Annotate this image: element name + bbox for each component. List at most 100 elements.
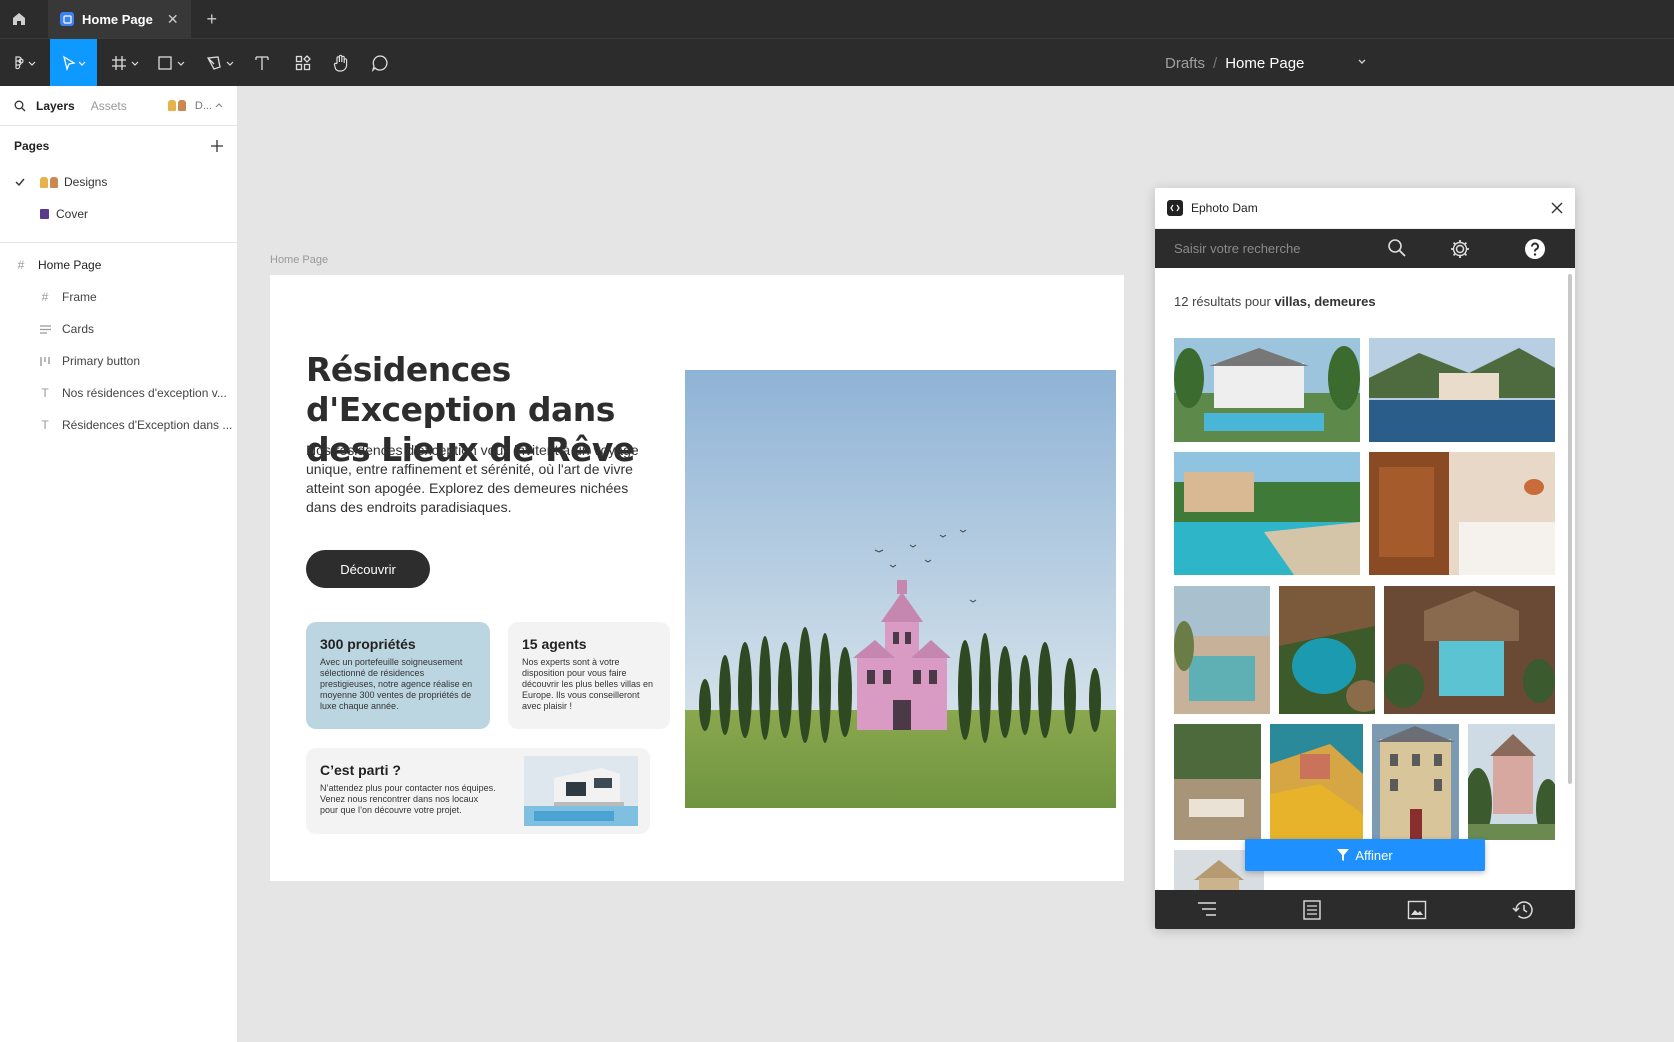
photo-thumbnail[interactable] bbox=[1174, 724, 1261, 840]
home-page-frame[interactable]: Résidences d'Exception dans des Lieux de… bbox=[270, 275, 1124, 881]
document-icon[interactable] bbox=[1302, 900, 1322, 920]
breadcrumb-drafts[interactable]: Drafts bbox=[1165, 55, 1205, 72]
move-tool-icon bbox=[62, 55, 85, 71]
tab-close-icon[interactable]: ✕ bbox=[167, 11, 179, 28]
search-icon[interactable] bbox=[14, 100, 26, 112]
layer-text-nos-residences[interactable]: T Nos résidences d'exception v... bbox=[0, 377, 237, 409]
tab-layers[interactable]: Layers bbox=[36, 99, 75, 113]
photo-thumbnail[interactable] bbox=[1270, 724, 1363, 840]
help-icon[interactable] bbox=[1524, 238, 1546, 260]
frame-tool-button[interactable] bbox=[109, 39, 145, 87]
photo-thumbnail[interactable] bbox=[1369, 338, 1555, 442]
card-agents[interactable]: 15 agents Nos experts sont à votre dispo… bbox=[508, 622, 670, 729]
discover-button[interactable]: Découvrir bbox=[306, 550, 430, 588]
menu-lines-icon[interactable] bbox=[1197, 900, 1217, 918]
layer-label: Frame bbox=[62, 290, 97, 304]
photo-thumbnail[interactable] bbox=[1384, 586, 1555, 714]
photo-thumbnail[interactable] bbox=[1174, 586, 1270, 714]
aerial-pool-image bbox=[1384, 586, 1555, 714]
scrollbar[interactable] bbox=[1568, 274, 1572, 784]
card-text: N’attendez plus pour contacter nos équip… bbox=[320, 783, 496, 815]
frame-name-label[interactable]: Home Page bbox=[270, 254, 328, 266]
search-icon[interactable] bbox=[1387, 238, 1407, 258]
layers-panel: Layers Assets D... Pages Designs Cover #… bbox=[0, 86, 238, 1042]
refine-label: Affiner bbox=[1355, 847, 1393, 863]
card-contact[interactable]: C’est parti ? N’attendez plus pour conta… bbox=[306, 748, 650, 834]
pen-tool-button[interactable] bbox=[204, 39, 240, 87]
tab-home-page[interactable]: Home Page ✕ bbox=[48, 0, 191, 38]
page-selector[interactable]: D... bbox=[167, 99, 223, 112]
plugin-title: Ephoto Dam bbox=[1191, 201, 1258, 215]
bedroom-image bbox=[1369, 452, 1555, 575]
breadcrumb: Drafts / Home Page bbox=[1165, 39, 1304, 87]
chevron-up-icon bbox=[215, 102, 223, 107]
plugin-results: 12 résultats pour villas, demeures bbox=[1155, 268, 1575, 890]
page-selector-label: D... bbox=[194, 99, 212, 112]
refine-button[interactable]: Affiner bbox=[1245, 839, 1485, 871]
text-tool-icon bbox=[255, 56, 269, 70]
page-label: Cover bbox=[56, 207, 89, 221]
layer-frame[interactable]: # Frame bbox=[0, 281, 237, 313]
pink-mansion-image bbox=[685, 370, 1116, 808]
move-tool-button[interactable] bbox=[50, 39, 97, 87]
main-menu-button[interactable] bbox=[8, 39, 42, 87]
hero-text[interactable]: Nos résidences d'exception vous invitent… bbox=[306, 441, 644, 517]
page-item-designs[interactable]: Designs bbox=[0, 166, 237, 198]
photo-thumbnail[interactable] bbox=[1174, 452, 1360, 575]
layer-primary-button[interactable]: Primary button bbox=[0, 345, 237, 377]
hand-tool-button[interactable] bbox=[330, 39, 352, 87]
frame-icon: # bbox=[41, 290, 49, 304]
results-prefix: 12 résultats pour bbox=[1174, 294, 1275, 309]
photo-thumbnail[interactable] bbox=[1369, 452, 1555, 575]
card-properties[interactable]: 300 propriétés Avec un portefeuille soig… bbox=[306, 622, 490, 729]
card-title: 15 agents bbox=[522, 636, 587, 652]
text-layer-icon: T bbox=[41, 418, 49, 432]
search-input[interactable] bbox=[1174, 241, 1374, 256]
history-icon[interactable] bbox=[1512, 900, 1534, 920]
photo-thumbnail[interactable] bbox=[1468, 724, 1555, 840]
checkmark-icon bbox=[15, 178, 25, 187]
resources-icon bbox=[295, 55, 311, 71]
layer-text-residences-exception[interactable]: T Résidences d'Exception dans ... bbox=[0, 409, 237, 441]
tab-bar: Home Page ✕ + bbox=[0, 0, 1674, 38]
card-title: 300 propriétés bbox=[320, 636, 416, 652]
photo-thumbnail[interactable] bbox=[1372, 724, 1459, 840]
layer-home-page[interactable]: # Home Page bbox=[0, 249, 237, 281]
plugin-search-bar bbox=[1155, 229, 1575, 268]
comment-tool-button[interactable] bbox=[369, 39, 391, 87]
shape-tool-button[interactable] bbox=[155, 39, 191, 87]
close-icon[interactable] bbox=[1551, 202, 1563, 214]
breadcrumb-file-name[interactable]: Home Page bbox=[1225, 55, 1304, 72]
home-button[interactable] bbox=[0, 0, 38, 38]
frame-tool-icon bbox=[112, 56, 139, 70]
results-query: villas, demeures bbox=[1274, 294, 1376, 309]
pages-heading: Pages bbox=[14, 139, 50, 153]
layers-list: # Home Page # Frame Cards Primary button… bbox=[0, 249, 237, 441]
component-layout-icon bbox=[38, 354, 52, 368]
book-icon bbox=[40, 209, 49, 219]
auto-layout-icon bbox=[38, 322, 52, 336]
frame-icon: # bbox=[17, 258, 25, 272]
divider bbox=[0, 242, 237, 243]
photo-thumbnail[interactable] bbox=[1174, 338, 1360, 442]
text-tool-button[interactable] bbox=[251, 39, 273, 87]
chevron-down-icon[interactable] bbox=[1357, 57, 1367, 67]
layer-cards[interactable]: Cards bbox=[0, 313, 237, 345]
add-page-icon[interactable] bbox=[211, 140, 223, 152]
layer-label: Résidences d'Exception dans ... bbox=[62, 418, 233, 432]
settings-gear-icon[interactable] bbox=[1449, 238, 1471, 260]
photo-thumbnail[interactable] bbox=[1279, 586, 1375, 714]
image-icon[interactable] bbox=[1407, 900, 1427, 920]
villa-pool-image bbox=[1174, 338, 1360, 442]
card-text: Nos experts sont à votre disposition pou… bbox=[522, 657, 654, 711]
add-tab-icon[interactable]: + bbox=[207, 9, 218, 30]
filter-funnel-icon bbox=[1337, 849, 1350, 861]
emoji-people-icon bbox=[167, 100, 186, 111]
page-item-cover[interactable]: Cover bbox=[0, 198, 237, 230]
resources-button[interactable] bbox=[292, 39, 314, 87]
results-count: 12 résultats pour villas, demeures bbox=[1174, 294, 1376, 309]
tab-assets[interactable]: Assets bbox=[91, 99, 127, 113]
emoji-people-icon bbox=[40, 176, 58, 188]
hand-tool-icon bbox=[333, 54, 348, 72]
toolbar: Drafts / Home Page bbox=[0, 38, 1674, 87]
